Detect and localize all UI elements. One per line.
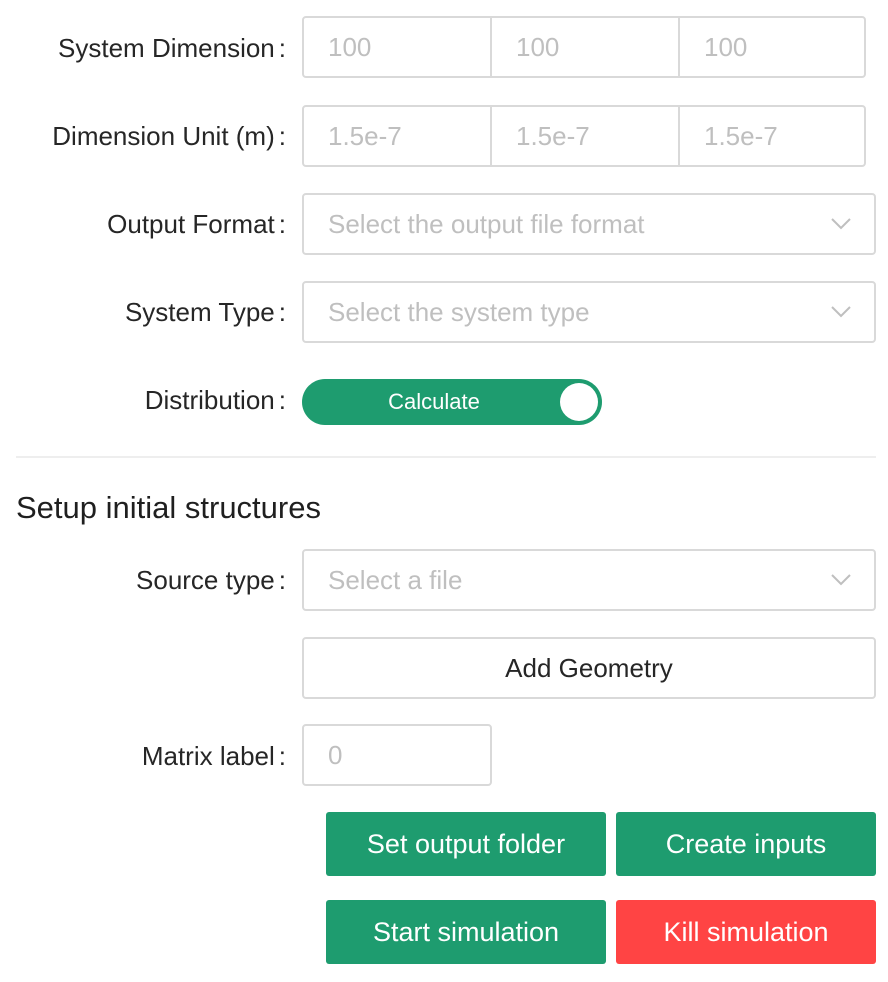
distribution-label: Distribution:: [144, 385, 286, 415]
system-type-select[interactable]: Select the system type: [302, 281, 876, 343]
dimension-unit-x-input[interactable]: 1.5e-7: [302, 105, 492, 167]
create-inputs-button[interactable]: Create inputs: [616, 812, 876, 876]
dimension-unit-z-input[interactable]: 1.5e-7: [678, 105, 866, 167]
chevron-down-icon: [831, 306, 851, 318]
output-format-label: Output Format:: [107, 209, 286, 239]
matrix-label-label: Matrix label:: [141, 741, 286, 771]
distribution-switch-text: Calculate: [388, 389, 480, 414]
system-dimension-z-input[interactable]: 100: [678, 16, 866, 78]
system-type-placeholder: Select the system type: [328, 296, 590, 327]
source-type-select[interactable]: Select a file: [302, 549, 876, 611]
add-geometry-button[interactable]: Add Geometry: [302, 637, 876, 699]
source-type-placeholder: Select a file: [328, 564, 463, 595]
kill-simulation-button[interactable]: Kill simulation: [616, 900, 876, 964]
chevron-down-icon: [831, 574, 851, 586]
distribution-switch[interactable]: Calculate: [302, 379, 602, 425]
output-format-placeholder: Select the output file format: [328, 208, 645, 239]
system-dimension-inputs: 100 100 100: [302, 16, 866, 78]
start-simulation-button[interactable]: Start simulation: [326, 900, 606, 964]
section-divider: [16, 456, 876, 458]
switch-knob: [560, 383, 598, 421]
system-type-label: System Type:: [124, 297, 286, 327]
source-type-label: Source type:: [136, 565, 286, 595]
chevron-down-icon: [831, 218, 851, 230]
section-title: Setup initial structures: [16, 490, 321, 525]
matrix-label-input[interactable]: 0: [302, 724, 492, 786]
set-output-folder-button[interactable]: Set output folder: [326, 812, 606, 876]
output-format-select[interactable]: Select the output file format: [302, 193, 876, 255]
dimension-unit-inputs: 1.5e-7 1.5e-7 1.5e-7: [302, 105, 866, 167]
dimension-unit-y-input[interactable]: 1.5e-7: [490, 105, 680, 167]
system-dimension-x-input[interactable]: 100: [302, 16, 492, 78]
dimension-unit-label: Dimension Unit (m):: [52, 121, 286, 151]
system-dimension-y-input[interactable]: 100: [490, 16, 680, 78]
system-dimension-label: System Dimension:: [58, 33, 286, 63]
